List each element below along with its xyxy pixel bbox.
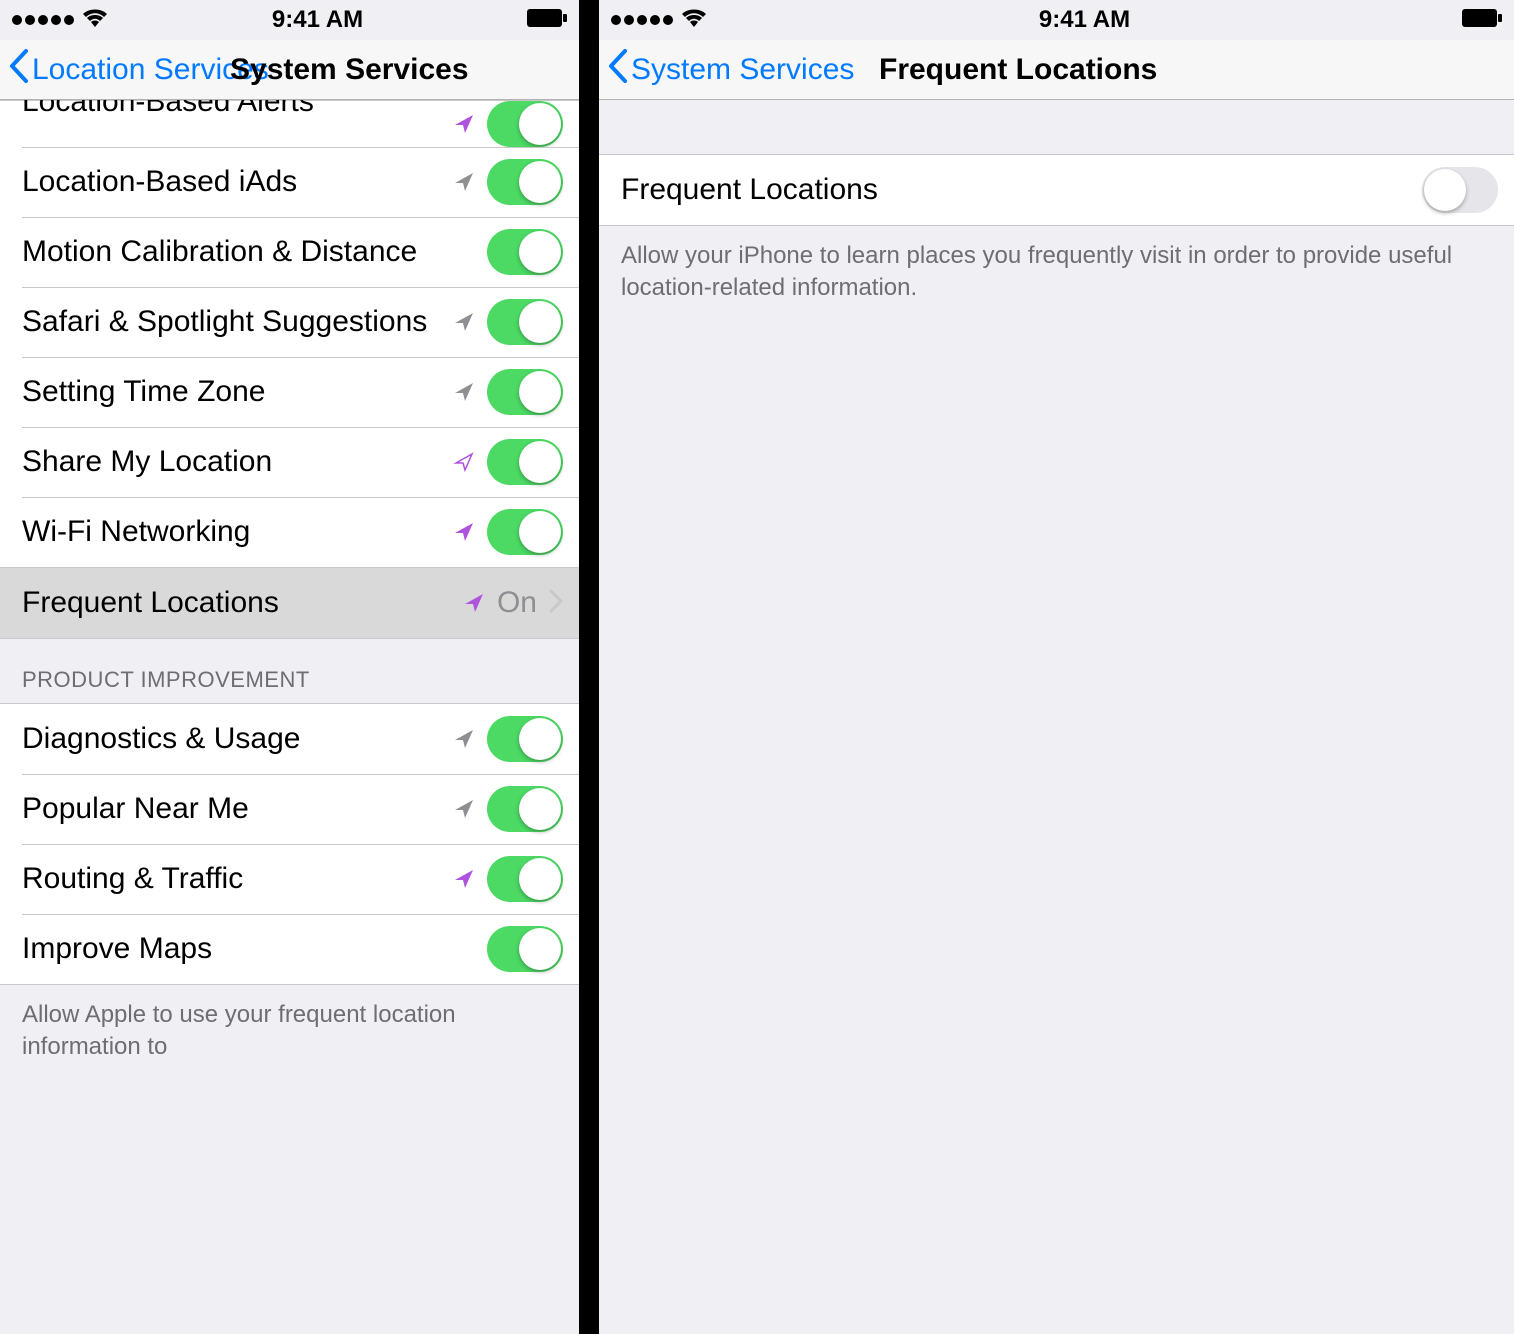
row-label: Motion Calibration & Distance [22, 235, 487, 269]
content: Frequent Locations Allow your iPhone to … [599, 100, 1514, 315]
list-section: Frequent Locations [599, 154, 1514, 226]
toggle-switch[interactable] [487, 101, 563, 147]
chevron-left-icon [607, 49, 629, 91]
battery-icon [1462, 6, 1502, 34]
settings-row[interactable]: Improve Maps [0, 914, 579, 984]
section-footer: Allow Apple to use your frequent locatio… [0, 985, 579, 1074]
status-time: 9:41 AM [1039, 6, 1130, 34]
status-right [527, 6, 567, 34]
row-label: Share My Location [22, 445, 453, 479]
row-label: Setting Time Zone [22, 375, 453, 409]
signal-dots-icon [611, 15, 673, 25]
status-time: 9:41 AM [272, 6, 363, 34]
location-arrow-icon [453, 798, 475, 820]
settings-row[interactable]: Share My Location [0, 427, 579, 497]
section-footer: Allow your iPhone to learn places you fr… [599, 226, 1514, 315]
signal-dots-icon [12, 15, 74, 25]
location-arrow-icon [453, 113, 475, 135]
phone-right: 9:41 AM System Services Frequent Locatio… [599, 0, 1514, 1334]
location-arrow-icon [453, 381, 475, 403]
row-label: Improve Maps [22, 932, 487, 966]
list-section-1: Location-Based Alerts Location-Based iAd… [0, 100, 579, 568]
location-arrow-icon [453, 311, 475, 333]
page-title: System Services [230, 53, 579, 87]
toggle-switch[interactable] [487, 926, 563, 972]
chevron-left-icon [8, 49, 30, 91]
row-value: On [497, 586, 537, 620]
wifi-icon [681, 6, 707, 34]
toggle-switch[interactable] [487, 299, 563, 345]
page-title: Frequent Locations [879, 53, 1514, 87]
row-label: Safari & Spotlight Suggestions [22, 305, 453, 339]
phone-left: 9:41 AM Location Services System Service… [0, 0, 579, 1334]
settings-row[interactable]: Location-Based iAds [0, 147, 579, 217]
back-button[interactable]: System Services [607, 49, 854, 91]
toggle-switch[interactable] [487, 439, 563, 485]
row-frequent-locations-toggle[interactable]: Frequent Locations [599, 155, 1514, 225]
toggle-switch[interactable] [487, 509, 563, 555]
settings-row[interactable]: Popular Near Me [0, 774, 579, 844]
back-label: System Services [631, 53, 854, 87]
toggle-switch[interactable] [487, 229, 563, 275]
battery-icon [527, 6, 567, 34]
settings-row[interactable]: Safari & Spotlight Suggestions [0, 287, 579, 357]
row-label: Location-Based iAds [22, 165, 453, 199]
settings-row[interactable]: Wi-Fi Networking [0, 497, 579, 567]
row-label: Popular Near Me [22, 792, 453, 826]
row-label: Frequent Locations [22, 586, 463, 620]
list-section-2: Diagnostics & Usage Popular Near Me Rout… [0, 703, 579, 985]
status-bar: 9:41 AM [0, 0, 579, 40]
row-label: Frequent Locations [621, 173, 1422, 207]
back-button[interactable]: Location Services [8, 49, 269, 91]
settings-row[interactable]: Routing & Traffic [0, 844, 579, 914]
toggle-switch[interactable] [487, 856, 563, 902]
location-arrow-icon [463, 592, 485, 614]
nav-bar: Location Services System Services [0, 40, 579, 100]
status-bar: 9:41 AM [599, 0, 1514, 40]
row-label: Wi-Fi Networking [22, 515, 453, 549]
wifi-icon [82, 6, 108, 34]
row-label: Routing & Traffic [22, 862, 453, 896]
location-arrow-icon [453, 521, 475, 543]
row-frequent-locations[interactable]: Frequent Locations On [0, 568, 579, 638]
toggle-switch[interactable] [487, 786, 563, 832]
settings-row[interactable]: Diagnostics & Usage [0, 704, 579, 774]
status-right [1462, 6, 1502, 34]
row-label: Diagnostics & Usage [22, 722, 453, 756]
toggle-switch[interactable] [487, 716, 563, 762]
content: Location-Based Alerts Location-Based iAd… [0, 100, 579, 1074]
location-arrow-icon [453, 728, 475, 750]
toggle-switch[interactable] [487, 369, 563, 415]
nav-bar: System Services Frequent Locations [599, 40, 1514, 100]
status-left [611, 6, 707, 34]
settings-row[interactable]: Setting Time Zone [0, 357, 579, 427]
settings-row[interactable]: Location-Based Alerts [0, 101, 579, 147]
location-arrow-icon [453, 171, 475, 193]
location-arrow-icon [453, 451, 475, 473]
back-label: Location Services [32, 53, 269, 87]
location-arrow-icon [453, 868, 475, 890]
settings-row[interactable]: Motion Calibration & Distance [0, 217, 579, 287]
toggle-switch[interactable] [487, 159, 563, 205]
toggle-switch[interactable] [1422, 167, 1498, 213]
status-left [12, 6, 108, 34]
chevron-right-icon [549, 589, 563, 618]
row-label: Location-Based Alerts [22, 100, 453, 119]
list-section-nav: Frequent Locations On [0, 568, 579, 639]
section-header: PRODUCT IMPROVEMENT [0, 639, 579, 703]
